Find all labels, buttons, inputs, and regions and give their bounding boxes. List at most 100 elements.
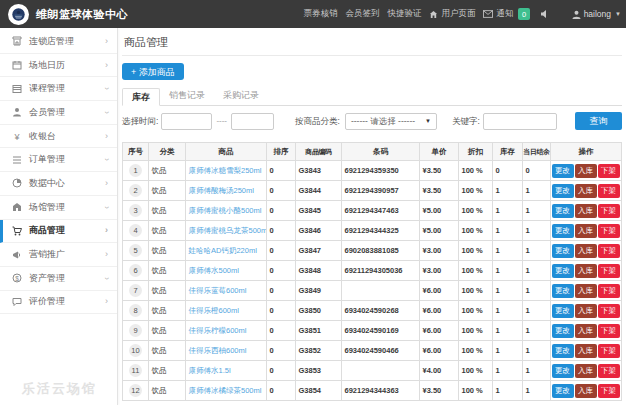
off-shelf-button[interactable]: 下架 bbox=[598, 164, 620, 178]
product-link[interactable]: 康师傅蜜桃小酪500ml bbox=[189, 206, 262, 215]
product-link[interactable]: 佳得乐西柚600ml bbox=[189, 346, 247, 355]
sidebar-item-label: 商品管理 bbox=[29, 224, 65, 237]
sidebar-item-review[interactable]: 评价管理› bbox=[0, 291, 117, 315]
change-button[interactable]: 更改 bbox=[552, 284, 574, 298]
change-button[interactable]: 更改 bbox=[552, 164, 574, 178]
tab-inventory[interactable]: 库存 bbox=[122, 88, 160, 106]
stock-in-button[interactable]: 入库 bbox=[575, 304, 597, 318]
keyword-input[interactable] bbox=[483, 113, 557, 130]
discount: 100 % bbox=[459, 241, 493, 261]
off-shelf-button[interactable]: 下架 bbox=[598, 384, 620, 398]
sidebar-item-label: 订单管理 bbox=[29, 153, 65, 166]
change-button[interactable]: 更改 bbox=[552, 244, 574, 258]
product-link[interactable]: 康师傅酸梅汤250ml bbox=[189, 186, 254, 195]
change-button[interactable]: 更改 bbox=[552, 204, 574, 218]
product-link[interactable]: 康师傅水1.5l bbox=[189, 366, 231, 375]
off-shelf-button[interactable]: 下架 bbox=[598, 304, 620, 318]
add-product-button[interactable]: + 添加商品 bbox=[122, 63, 184, 80]
sidebar-item-asset[interactable]: $资产管理› bbox=[0, 267, 117, 291]
stock-in-button[interactable]: 入库 bbox=[575, 164, 597, 178]
row-actions: 更改入库下架 bbox=[551, 221, 622, 241]
sort: 0 bbox=[267, 221, 296, 241]
sidebar-item-cashier[interactable]: ¥收银台› bbox=[0, 125, 117, 149]
off-shelf-button[interactable]: 下架 bbox=[598, 344, 620, 358]
column-header: 分类 bbox=[149, 143, 186, 161]
menu-ticket-verify[interactable]: 票券核销 bbox=[299, 8, 341, 20]
menu-quick-verify[interactable]: 快捷验证 bbox=[383, 8, 425, 20]
tab-purchase-record[interactable]: 采购记录 bbox=[214, 87, 268, 105]
off-shelf-button[interactable]: 下架 bbox=[598, 224, 620, 238]
search-button[interactable]: 查询 bbox=[575, 112, 622, 130]
tab-sales-record[interactable]: 销售记录 bbox=[160, 87, 214, 105]
stock-in-button[interactable]: 入库 bbox=[575, 284, 597, 298]
category: 饮品 bbox=[149, 241, 186, 261]
stock-in-button[interactable]: 入库 bbox=[575, 344, 597, 358]
off-shelf-button[interactable]: 下架 bbox=[598, 204, 620, 218]
stock-in-button[interactable]: 入库 bbox=[575, 224, 597, 238]
off-shelf-button[interactable]: 下架 bbox=[598, 364, 620, 378]
off-shelf-button[interactable]: 下架 bbox=[598, 244, 620, 258]
stock-in-button[interactable]: 入库 bbox=[575, 244, 597, 258]
product-link[interactable]: 康师傅冰橘绿茶500ml bbox=[189, 386, 262, 395]
stock-in-button[interactable]: 入库 bbox=[575, 204, 597, 218]
off-shelf-button[interactable]: 下架 bbox=[598, 324, 620, 338]
sidebar-item-store[interactable]: 连锁店管理› bbox=[0, 30, 117, 54]
off-shelf-button[interactable]: 下架 bbox=[598, 184, 620, 198]
product-code: G3844 bbox=[296, 181, 342, 201]
table-row: 6饮品康师傅水500ml0G384869211294305036¥3.00100… bbox=[123, 261, 622, 281]
product-name: 康师傅酸梅汤250ml bbox=[186, 181, 267, 201]
stock-in-button[interactable]: 入库 bbox=[575, 364, 597, 378]
product-link[interactable]: 娃哈哈AD钙奶220ml bbox=[189, 246, 257, 255]
change-button[interactable]: 更改 bbox=[552, 324, 574, 338]
day-balance: 0 bbox=[523, 161, 551, 181]
speaker-icon[interactable] bbox=[534, 9, 556, 19]
product-link[interactable]: 康师傅水500ml bbox=[189, 266, 239, 275]
category-select[interactable]: ------ 请选择 ------▼ bbox=[345, 113, 437, 130]
menu-notifications[interactable]: 通知 0 bbox=[479, 8, 533, 20]
change-button[interactable]: 更改 bbox=[552, 364, 574, 378]
menu-member-checkin[interactable]: 会员签到 bbox=[341, 8, 383, 20]
sidebar-item-member[interactable]: 会员管理› bbox=[0, 101, 117, 125]
change-button[interactable]: 更改 bbox=[552, 224, 574, 238]
change-button[interactable]: 更改 bbox=[552, 304, 574, 318]
time-from-input[interactable] bbox=[161, 113, 212, 130]
category: 饮品 bbox=[149, 161, 186, 181]
stock-in-button[interactable]: 入库 bbox=[575, 264, 597, 278]
barcode: 6921294359350 bbox=[342, 161, 420, 181]
sidebar-item-venue[interactable]: 场馆管理› bbox=[0, 196, 117, 220]
change-button[interactable]: 更改 bbox=[552, 184, 574, 198]
category-label: 按商品分类: bbox=[295, 116, 340, 126]
product-link[interactable]: 佳得乐蓝莓600ml bbox=[189, 286, 247, 295]
product-link[interactable]: 佳得乐橙600ml bbox=[189, 306, 239, 315]
stock-in-button[interactable]: 入库 bbox=[575, 324, 597, 338]
change-button[interactable]: 更改 bbox=[552, 384, 574, 398]
sidebar-item-goods[interactable]: 商品管理› bbox=[0, 220, 117, 244]
discount: 100 % bbox=[459, 281, 493, 301]
unit-price: ¥6.00 bbox=[420, 281, 459, 301]
product-name: 康师傅蜜桃小酪500ml bbox=[186, 201, 267, 221]
stock-in-button[interactable]: 入库 bbox=[575, 184, 597, 198]
product-link[interactable]: 康师傅冰糖雪梨250ml bbox=[189, 166, 262, 175]
change-button[interactable]: 更改 bbox=[552, 264, 574, 278]
day-balance: 1 bbox=[523, 181, 551, 201]
time-to-input[interactable] bbox=[231, 113, 274, 130]
sidebar-item-order[interactable]: 订单管理› bbox=[0, 148, 117, 172]
menu-user-page[interactable]: 用户页面 bbox=[425, 8, 479, 20]
row-number: 8 bbox=[123, 301, 149, 321]
sidebar-item-marketing[interactable]: 营销推广› bbox=[0, 243, 117, 267]
product-link[interactable]: 康师傅蜜桃乌龙茶500ml bbox=[189, 226, 267, 235]
column-header: 折扣 bbox=[459, 143, 493, 161]
sidebar-item-calendar[interactable]: 场地日历› bbox=[0, 54, 117, 78]
sort: 0 bbox=[267, 161, 296, 181]
table-row: 7饮品佳得乐蓝莓600ml0G3849¥6.00100 %11更改入库下架 bbox=[123, 281, 622, 301]
change-button[interactable]: 更改 bbox=[552, 344, 574, 358]
off-shelf-button[interactable]: 下架 bbox=[598, 284, 620, 298]
product-link[interactable]: 佳得乐柠檬600ml bbox=[189, 326, 247, 335]
stock-in-button[interactable]: 入库 bbox=[575, 384, 597, 398]
user-menu[interactable]: hailong▼ bbox=[556, 9, 626, 19]
barcode: 6921294344325 bbox=[342, 221, 420, 241]
sidebar-item-data[interactable]: 数据中心› bbox=[0, 172, 117, 196]
off-shelf-button[interactable]: 下架 bbox=[598, 264, 620, 278]
column-header: 单价 bbox=[420, 143, 459, 161]
sidebar-item-course[interactable]: 课程管理› bbox=[0, 77, 117, 101]
